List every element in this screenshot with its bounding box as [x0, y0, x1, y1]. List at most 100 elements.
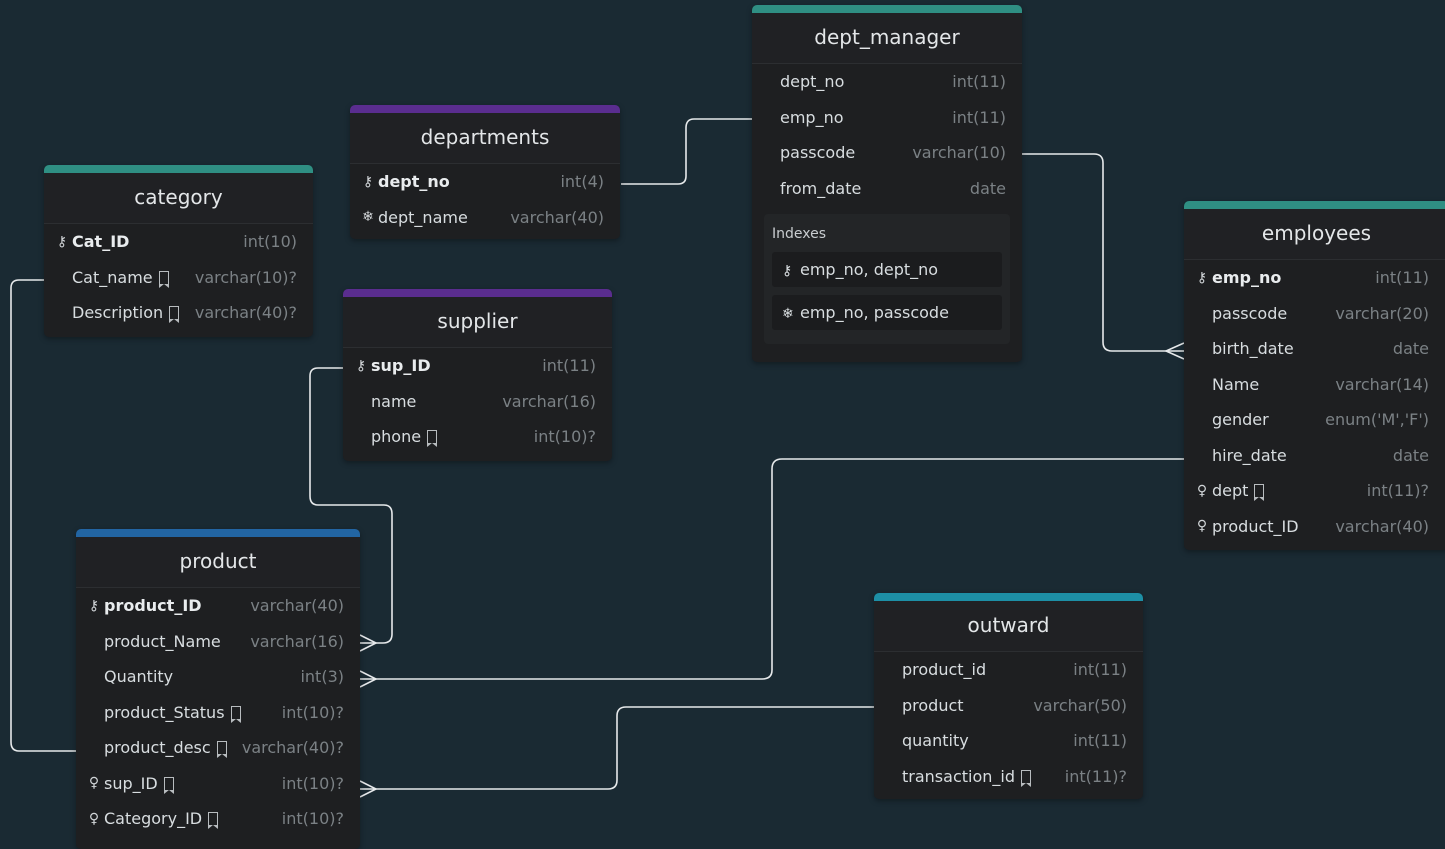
column-type: varchar(16): [502, 391, 596, 411]
column-name: dept_no: [378, 172, 450, 192]
column-type: varchar(50): [1033, 695, 1127, 715]
column-row[interactable]: ⚷ product_ID varchar(40): [76, 588, 360, 624]
table-supplier[interactable]: supplier ⚷ sup_ID int(11) name varchar(1…: [343, 289, 612, 461]
column-row[interactable]: name varchar(16): [343, 384, 612, 420]
table-dept-manager[interactable]: dept_manager dept_no int(11) emp_no int(…: [752, 5, 1022, 362]
column-row[interactable]: transaction_id int(11)?: [874, 759, 1143, 795]
table-product[interactable]: product ⚷ product_ID varchar(40) product…: [76, 529, 360, 849]
column-row[interactable]: ♀ sup_ID int(10)?: [76, 766, 360, 802]
column-row[interactable]: phone int(10)?: [343, 419, 612, 455]
pin-icon: ♀: [88, 775, 100, 792]
column-name: product_ID: [1212, 516, 1299, 536]
note-icon[interactable]: [163, 776, 174, 794]
column-row[interactable]: ⚷ emp_no int(11): [1184, 260, 1445, 296]
table-title[interactable]: departments: [350, 113, 620, 164]
table-color-bar: [1184, 201, 1445, 209]
table-title[interactable]: product: [76, 537, 360, 588]
column-row[interactable]: birth_date date: [1184, 331, 1445, 367]
column-row[interactable]: product_id int(11): [874, 652, 1143, 688]
column-row[interactable]: ♀ product_ID varchar(40): [1184, 509, 1445, 545]
column-row[interactable]: ⚷ sup_ID int(11): [343, 348, 612, 384]
column-name: Quantity: [104, 667, 174, 687]
table-title[interactable]: outward: [874, 601, 1143, 652]
column-row[interactable]: ❄ dept_name varchar(40): [350, 200, 620, 236]
column-row[interactable]: ♀ dept int(11)?: [1184, 473, 1445, 509]
column-type: int(10)?: [533, 427, 596, 447]
column-row[interactable]: Quantity int(3): [76, 659, 360, 695]
index-columns: emp_no, passcode: [800, 303, 949, 322]
crowfoot-product-supid: [359, 780, 378, 798]
column-name: name: [371, 391, 417, 411]
column-name: sup_ID: [104, 773, 158, 793]
column-row[interactable]: Cat_name varchar(10)?: [44, 260, 313, 296]
key-icon: ⚷: [88, 597, 100, 614]
index-row[interactable]: ❄ emp_no, passcode: [772, 295, 1002, 330]
column-type: date: [969, 178, 1006, 198]
column-type: int(10)?: [281, 773, 344, 793]
diagram-canvas[interactable]: category ⚷ Cat_ID int(10) Cat_name varch…: [0, 0, 1445, 849]
column-type: int(10): [243, 232, 297, 252]
column-name: product_ID: [104, 596, 202, 616]
column-type: int(11): [1375, 268, 1429, 288]
column-type: varchar(10): [912, 143, 1006, 163]
table-outward[interactable]: outward product_id int(11) product varch…: [874, 593, 1143, 799]
column-row[interactable]: passcode varchar(20): [1184, 296, 1445, 332]
column-type: int(4): [560, 172, 604, 192]
table-title[interactable]: employees: [1184, 209, 1445, 260]
column-name: sup_ID: [371, 356, 431, 376]
note-icon[interactable]: [1254, 484, 1265, 502]
column-row[interactable]: product_Status int(10)?: [76, 695, 360, 731]
column-row[interactable]: from_date date: [752, 171, 1022, 207]
column-type: varchar(40): [1335, 516, 1429, 536]
crowfoot-product-name: [359, 634, 378, 652]
column-row[interactable]: ⚷ dept_no int(4): [350, 164, 620, 200]
table-title[interactable]: category: [44, 173, 313, 224]
note-icon[interactable]: [230, 705, 241, 723]
column-name: Cat_ID: [72, 232, 130, 252]
pin-icon: ♀: [1196, 482, 1208, 499]
column-row[interactable]: passcode varchar(10): [752, 135, 1022, 171]
key-icon: ⚷: [56, 233, 68, 250]
table-departments[interactable]: departments ⚷ dept_no int(4) ❄ dept_name…: [350, 105, 620, 239]
index-row[interactable]: ⚷ emp_no, dept_no: [772, 252, 1002, 287]
note-icon[interactable]: [158, 270, 169, 288]
table-title[interactable]: dept_manager: [752, 13, 1022, 64]
column-row[interactable]: hire_date date: [1184, 438, 1445, 474]
column-row[interactable]: ⚷ Cat_ID int(10): [44, 224, 313, 260]
note-icon[interactable]: [169, 306, 180, 324]
column-row[interactable]: product_Name varchar(16): [76, 624, 360, 660]
column-row[interactable]: product_desc varchar(40)?: [76, 730, 360, 766]
column-row[interactable]: gender enum('M','F'): [1184, 402, 1445, 438]
column-name: product_id: [902, 660, 987, 680]
column-type: int(3): [300, 667, 344, 687]
relation-dept-manager-employees: [1022, 153, 1184, 352]
column-name: Cat_name: [72, 267, 153, 287]
column-row[interactable]: product varchar(50): [874, 688, 1143, 724]
table-title[interactable]: supplier: [343, 297, 612, 348]
column-type: varchar(20): [1335, 303, 1429, 323]
table-employees[interactable]: employees ⚷ emp_no int(11) passcode varc…: [1184, 201, 1445, 550]
column-row[interactable]: Description varchar(40)?: [44, 295, 313, 331]
relation-category-product: [10, 279, 76, 752]
note-icon[interactable]: [208, 812, 219, 830]
indexes-panel: Indexes ⚷ emp_no, dept_no ❄ emp_no, passco…: [764, 214, 1010, 344]
key-icon: ⚷: [1196, 269, 1208, 286]
column-name: Name: [1212, 374, 1260, 394]
column-type: varchar(40)?: [194, 303, 297, 323]
column-row[interactable]: quantity int(11): [874, 723, 1143, 759]
note-icon[interactable]: [427, 430, 438, 448]
column-row[interactable]: dept_no int(11): [752, 64, 1022, 100]
table-category[interactable]: category ⚷ Cat_ID int(10) Cat_name varch…: [44, 165, 313, 337]
note-icon[interactable]: [1020, 769, 1031, 787]
column-name: transaction_id: [902, 766, 1015, 786]
column-name: Description: [72, 303, 164, 323]
column-type: varchar(14): [1335, 374, 1429, 394]
column-name: dept_no: [780, 72, 845, 92]
column-row[interactable]: emp_no int(11): [752, 100, 1022, 136]
column-row[interactable]: Name varchar(14): [1184, 367, 1445, 403]
column-name: dept_name: [378, 207, 468, 227]
column-row[interactable]: ♀ Category_ID int(10)?: [76, 801, 360, 837]
note-icon[interactable]: [216, 741, 227, 759]
column-type: int(10)?: [281, 809, 344, 829]
column-type: int(11)?: [1064, 766, 1127, 786]
